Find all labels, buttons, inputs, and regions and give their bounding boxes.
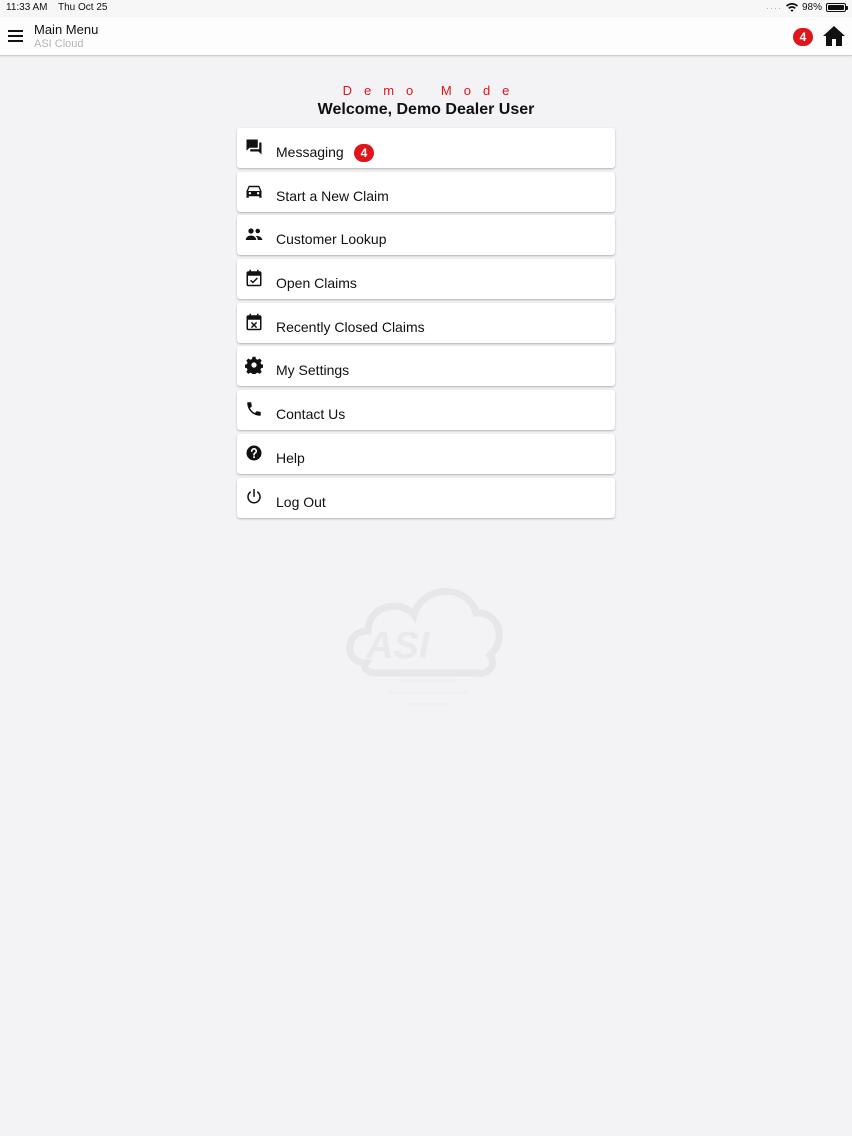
hamburger-menu-button[interactable] [8, 30, 23, 42]
main-menu-list: Messaging 4 Start a New Claim Customer L… [237, 128, 615, 521]
gear-icon [245, 357, 263, 375]
menu-item-recently-closed-claims[interactable]: Recently Closed Claims [237, 302, 615, 343]
battery-icon [826, 3, 848, 12]
demo-mode-label: Demo Mode [342, 83, 522, 98]
menu-item-messaging[interactable]: Messaging 4 [237, 128, 615, 168]
menu-item-label: Log Out [276, 493, 326, 510]
menu-item-label: Help [276, 449, 305, 466]
power-icon [247, 488, 261, 503]
home-icon[interactable] [822, 25, 846, 47]
menu-item-customer-lookup[interactable]: Customer Lookup [237, 215, 615, 256]
asi-cloud-logo-watermark: ASI [346, 588, 503, 706]
status-right: ···· 98% [765, 2, 848, 13]
phone-icon [247, 402, 261, 416]
menu-item-open-claims[interactable]: Open Claims [237, 259, 615, 300]
menu-item-contact-us[interactable]: Contact Us [237, 390, 615, 431]
people-icon [245, 228, 263, 241]
calendar-x-icon [246, 313, 262, 330]
menu-item-label: Recently Closed Claims [276, 318, 425, 335]
nav-subtitle: ASI Cloud [34, 38, 84, 50]
car-icon [246, 185, 262, 198]
menu-item-label: Customer Lookup [276, 231, 387, 248]
menu-item-label: Messaging [276, 144, 344, 160]
status-bar: 11:33 AM Thu Oct 25 ···· 98% [0, 0, 852, 17]
help-circle-icon [246, 445, 262, 461]
calendar-check-icon [246, 269, 262, 287]
logo-wordmark: ASI [365, 625, 431, 667]
menu-item-label: Start a New Claim [276, 187, 389, 204]
battery-percent: 98% [801, 2, 822, 13]
chat-bubbles-icon [246, 139, 262, 155]
menu-item-help[interactable]: Help [237, 433, 615, 474]
welcome-heading: Welcome, Demo Dealer User [317, 101, 535, 118]
menu-item-my-settings[interactable]: My Settings [237, 346, 615, 387]
messaging-badge: 4 [354, 144, 374, 162]
nav-title: Main Menu [34, 22, 99, 37]
menu-item-label: Contact Us [276, 406, 346, 423]
notification-badge[interactable]: 4 [793, 28, 813, 46]
signal-dots-icon: ···· [765, 2, 782, 13]
menu-item-start-new-claim[interactable]: Start a New Claim [237, 171, 615, 212]
menu-item-label: My Settings [276, 362, 350, 379]
wifi-icon [785, 3, 798, 12]
status-time: 11:33 AM [6, 2, 48, 13]
nav-bar: Main Menu ASI Cloud 4 [0, 17, 852, 56]
menu-item-label: Open Claims [276, 275, 357, 292]
menu-item-log-out[interactable]: Log Out [237, 477, 615, 518]
status-date: Thu Oct 25 [58, 2, 108, 13]
